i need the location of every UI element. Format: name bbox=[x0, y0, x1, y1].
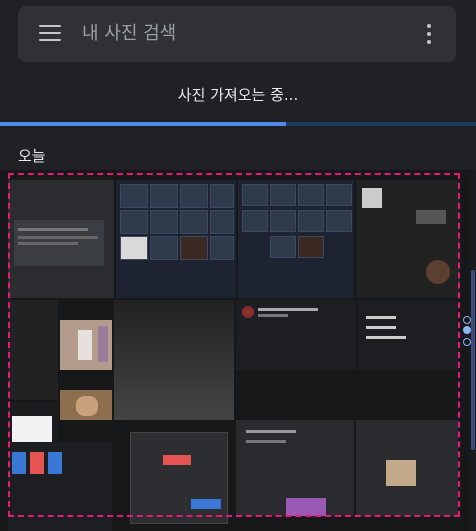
photo-thumbnail[interactable] bbox=[238, 180, 354, 298]
photo-thumbnail[interactable] bbox=[130, 432, 228, 524]
radio-dot[interactable] bbox=[463, 326, 471, 334]
scrollbar-thumb[interactable] bbox=[471, 270, 475, 450]
section-title: 오늘 bbox=[18, 147, 46, 165]
photo-thumbnail[interactable] bbox=[236, 420, 354, 516]
photo-thumbnail[interactable] bbox=[8, 442, 112, 531]
radio-dot[interactable] bbox=[463, 338, 471, 346]
photo-thumbnail[interactable] bbox=[356, 180, 460, 298]
photo-thumbnail[interactable] bbox=[236, 300, 356, 370]
search-input[interactable]: 내 사진 검색 bbox=[82, 20, 176, 48]
scrollbar[interactable] bbox=[470, 170, 476, 531]
photo-thumbnail[interactable] bbox=[356, 420, 458, 516]
more-vert-icon[interactable] bbox=[426, 24, 432, 44]
photo-thumbnail[interactable] bbox=[116, 180, 236, 298]
photo-thumbnail[interactable] bbox=[60, 390, 112, 420]
photo-thumbnail[interactable] bbox=[8, 180, 114, 298]
photo-thumbnail[interactable] bbox=[114, 300, 234, 420]
import-status: 사진 가져오는 중... bbox=[177, 86, 299, 104]
progress-fill bbox=[0, 122, 286, 126]
search-bar[interactable]: 내 사진 검색 bbox=[18, 6, 456, 62]
photo-grid[interactable] bbox=[0, 170, 476, 531]
photo-thumbnail[interactable] bbox=[358, 300, 458, 370]
photo-thumbnail[interactable] bbox=[60, 320, 112, 370]
radio-dot[interactable] bbox=[463, 316, 471, 324]
photo-thumbnail[interactable] bbox=[8, 300, 58, 400]
menu-icon[interactable] bbox=[39, 25, 61, 43]
import-progress-bar bbox=[0, 122, 476, 126]
